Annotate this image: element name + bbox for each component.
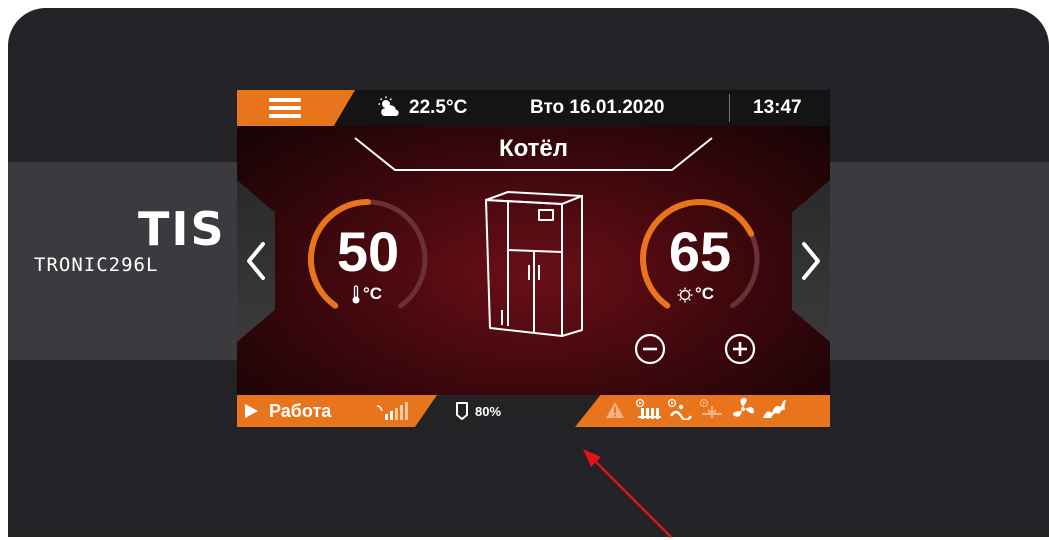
controller-screen: 22.5°C Вто 16.01.2020 13:47 Котёл 50 °C	[237, 90, 830, 427]
partly-sunny-icon	[378, 96, 399, 116]
current-temperature-gauge: 50 °C	[305, 196, 431, 322]
signal-strength-icon	[376, 402, 408, 420]
fuel-tank-icon	[456, 402, 468, 420]
top-bar: 22.5°C Вто 16.01.2020 13:47	[237, 90, 830, 126]
mixer-icon	[699, 398, 722, 418]
nav-next-button[interactable]	[792, 180, 830, 342]
operation-status-label: Работа	[269, 401, 332, 421]
setpoint-dial-icon	[677, 287, 693, 303]
divider	[729, 94, 730, 122]
time-display: 13:47	[753, 97, 802, 118]
brand-model: TRONIC296L	[34, 254, 159, 276]
flame-icon	[763, 399, 786, 418]
nav-prev-button[interactable]	[237, 180, 275, 342]
setpoint-temperature-gauge: 65 °C	[637, 196, 763, 322]
boiler-icon	[485, 191, 583, 337]
setpoint-temperature-unit: °C	[695, 284, 715, 303]
operation-status[interactable]: Работа	[237, 395, 437, 427]
chevron-right-icon	[802, 242, 820, 280]
radiator-pump-icon	[635, 398, 661, 419]
water-heater-icon	[667, 398, 693, 420]
setpoint-temperature-value: 65	[668, 220, 732, 283]
play-icon	[245, 404, 258, 418]
status-indicators	[575, 395, 830, 427]
current-temperature-unit: °C	[363, 284, 383, 303]
brand-logo: TIS	[138, 202, 226, 256]
current-temperature-value: 50	[336, 220, 400, 283]
fan-icon	[732, 398, 754, 417]
screen-title: Котёл	[498, 135, 569, 162]
chevron-left-icon	[247, 242, 265, 280]
date-display: Вто 16.01.2020	[530, 97, 665, 118]
outdoor-temperature: 22.5°C	[409, 97, 468, 118]
fuel-level: 80%	[475, 404, 502, 419]
warning-icon	[606, 402, 624, 418]
annotation-arrow	[583, 449, 672, 538]
status-bar: Работа 80%	[237, 395, 830, 427]
hamburger-menu-icon	[269, 98, 301, 102]
increase-button[interactable]	[724, 333, 756, 365]
decrease-button[interactable]	[634, 333, 666, 365]
menu-button[interactable]	[237, 90, 355, 126]
thermometer-icon	[352, 285, 360, 304]
